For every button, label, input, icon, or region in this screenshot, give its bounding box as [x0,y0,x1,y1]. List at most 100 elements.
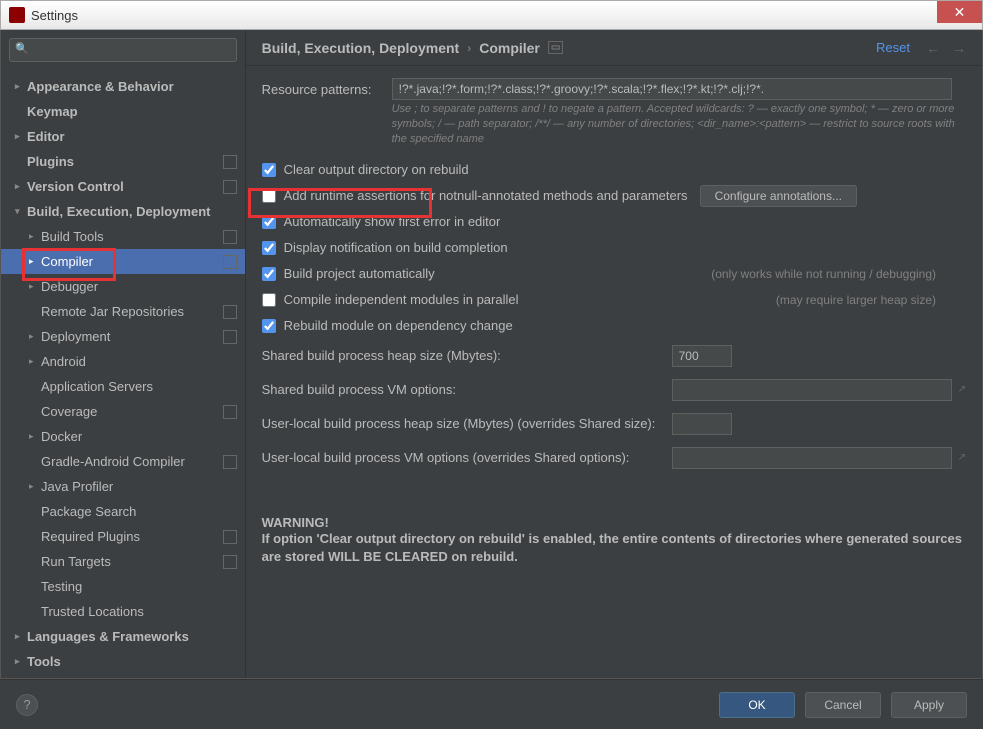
sidebar-item-debugger[interactable]: ▸Debugger [1,274,245,299]
sidebar-item-plugins[interactable]: Plugins [1,149,245,174]
nav-arrows: ← → [926,40,966,56]
shared-heap-label: Shared build process heap size (Mbytes): [262,348,672,363]
user-heap-row: User-local build process heap size (Mbyt… [262,407,966,441]
sidebar-item-application-servers[interactable]: Application Servers [1,374,245,399]
settings-tree: ▸Appearance & BehaviorKeymap▸EditorPlugi… [1,70,245,678]
chevron-icon: ▾ [15,206,27,217]
auto-show-error-checkbox[interactable] [262,215,276,229]
sidebar-item-label: Deployment [41,329,223,344]
sidebar-item-label: Tools [27,654,245,669]
sidebar-item-label: Docker [41,429,245,444]
sidebar-item-deployment[interactable]: ▸Deployment [1,324,245,349]
cancel-button[interactable]: Cancel [805,692,881,718]
display-notification-checkbox[interactable] [262,241,276,255]
apply-button[interactable]: Apply [891,692,967,718]
search-input[interactable] [9,38,237,62]
sidebar-item-label: Debugger [41,279,245,294]
sidebar-item-label: Package Search [41,504,245,519]
sidebar-item-build-tools[interactable]: ▸Build Tools [1,224,245,249]
runtime-assertions-row: Add runtime assertions for notnull-annot… [262,183,966,209]
sidebar-item-compiler[interactable]: ▸Compiler [1,249,245,274]
chevron-icon: ▸ [15,656,27,667]
sidebar-item-appearance-behavior[interactable]: ▸Appearance & Behavior [1,74,245,99]
configure-annotations-button[interactable]: Configure annotations... [700,185,857,207]
sidebar-item-languages-frameworks[interactable]: ▸Languages & Frameworks [1,624,245,649]
back-arrow-icon[interactable]: ← [926,40,940,56]
sidebar-item-label: Build, Execution, Deployment [27,204,245,219]
shared-vm-row: Shared build process VM options: ↗ [262,373,966,407]
ok-button[interactable]: OK [719,692,795,718]
breadcrumb: Build, Execution, Deployment › Compiler … [262,40,876,56]
scope-badge-icon: ▭ [548,41,563,54]
shared-heap-input[interactable] [672,345,732,367]
sidebar-item-package-search[interactable]: Package Search [1,499,245,524]
sidebar-item-label: Testing [41,579,245,594]
user-heap-input[interactable] [672,413,732,435]
scope-badge-icon [223,330,237,344]
expand-icon[interactable]: ↗ [958,384,966,395]
rebuild-dependency-row: Rebuild module on dependency change [262,313,966,339]
build-auto-checkbox[interactable] [262,267,276,281]
scope-badge-icon [223,455,237,469]
sidebar-item-tools[interactable]: ▸Tools [1,649,245,674]
reset-link[interactable]: Reset [876,40,910,55]
scope-badge-icon [223,555,237,569]
footer: ? OK Cancel Apply [0,679,983,729]
sidebar-item-testing[interactable]: Testing [1,574,245,599]
sidebar-item-required-plugins[interactable]: Required Plugins [1,524,245,549]
chevron-icon: ▸ [29,356,41,367]
resource-patterns-row: Resource patterns: [262,78,966,100]
sidebar-item-run-targets[interactable]: Run Targets [1,549,245,574]
sidebar-item-java-profiler[interactable]: ▸Java Profiler [1,474,245,499]
clear-output-row: Clear output directory on rebuild [262,157,966,183]
chevron-icon: ▸ [29,331,41,342]
scope-badge-icon [223,255,237,269]
sidebar-item-label: Trusted Locations [41,604,245,619]
sidebar-item-label: Compiler [41,254,223,269]
runtime-assertions-checkbox[interactable] [262,189,276,203]
rebuild-dependency-checkbox[interactable] [262,319,276,333]
sidebar-item-coverage[interactable]: Coverage [1,399,245,424]
sidebar-item-build-execution-deployment[interactable]: ▾Build, Execution, Deployment [1,199,245,224]
chevron-icon: ▸ [29,481,41,492]
sidebar-item-trusted-locations[interactable]: Trusted Locations [1,599,245,624]
sidebar: ▸Appearance & BehaviorKeymap▸EditorPlugi… [1,30,246,678]
sidebar-item-editor[interactable]: ▸Editor [1,124,245,149]
sidebar-item-label: Version Control [27,179,223,194]
user-vm-input[interactable] [672,447,952,469]
sidebar-item-label: Build Tools [41,229,223,244]
main-header: Build, Execution, Deployment › Compiler … [246,30,982,66]
chevron-icon: ▸ [29,256,41,267]
sidebar-item-label: Appearance & Behavior [27,79,245,94]
chevron-icon: ▸ [15,181,27,192]
sidebar-item-label: Editor [27,129,245,144]
sidebar-item-android[interactable]: ▸Android [1,349,245,374]
sidebar-item-label: Plugins [27,154,223,169]
build-auto-row: Build project automatically (only works … [262,261,966,287]
clear-output-checkbox[interactable] [262,163,276,177]
sidebar-item-docker[interactable]: ▸Docker [1,424,245,449]
warning-title: WARNING! [262,515,966,530]
footer-buttons: OK Cancel Apply [719,692,967,718]
help-button[interactable]: ? [16,694,38,716]
warning-text: If option 'Clear output directory on reb… [262,530,966,566]
compile-parallel-checkbox[interactable] [262,293,276,307]
resource-patterns-input[interactable] [392,78,952,100]
expand-icon[interactable]: ↗ [958,452,966,463]
shared-vm-input[interactable] [672,379,952,401]
rebuild-dependency-label: Rebuild module on dependency change [284,318,513,333]
sidebar-item-remote-jar-repositories[interactable]: Remote Jar Repositories [1,299,245,324]
forward-arrow-icon[interactable]: → [952,40,966,56]
user-vm-row: User-local build process VM options (ove… [262,441,966,475]
sidebar-item-label: Remote Jar Repositories [41,304,223,319]
sidebar-item-keymap[interactable]: Keymap [1,99,245,124]
sidebar-item-gradle-android-compiler[interactable]: Gradle-Android Compiler [1,449,245,474]
shared-heap-row: Shared build process heap size (Mbytes): [262,339,966,373]
auto-show-error-label: Automatically show first error in editor [284,214,501,229]
sidebar-item-version-control[interactable]: ▸Version Control [1,174,245,199]
app-icon [9,7,25,23]
close-button[interactable]: ✕ [937,1,982,23]
chevron-icon: ▸ [29,281,41,292]
sidebar-item-label: Application Servers [41,379,245,394]
sidebar-item-label: Languages & Frameworks [27,629,245,644]
